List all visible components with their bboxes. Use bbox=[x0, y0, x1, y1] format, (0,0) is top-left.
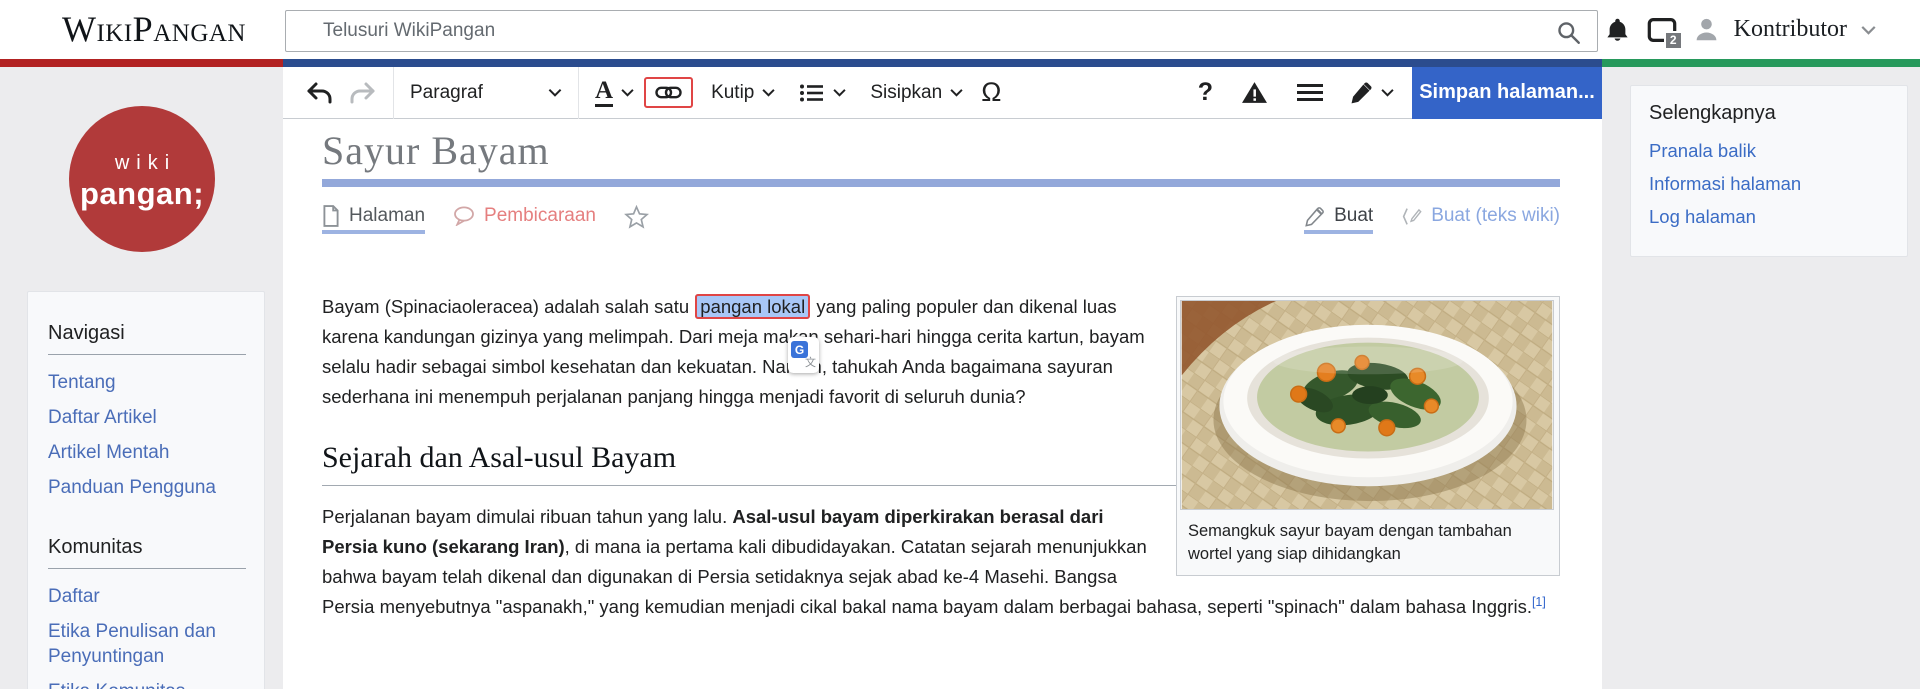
logo-text-wiki: wiki bbox=[76, 152, 215, 175]
list-format-dropdown[interactable] bbox=[799, 83, 846, 103]
page-tabs: Halaman Pembicaraan Buat bbox=[322, 205, 1560, 234]
insert-dropdown[interactable]: Sisipkan bbox=[870, 82, 963, 104]
community-section-title: Komunitas bbox=[48, 536, 246, 569]
search-input[interactable] bbox=[285, 10, 1598, 52]
cite-label: Kutip bbox=[711, 82, 754, 104]
chevron-down-icon bbox=[1381, 88, 1394, 97]
more-tools-title: Selengkapnya bbox=[1649, 102, 1889, 125]
page-title: Sayur Bayam bbox=[322, 129, 1560, 173]
sidebar-item-etika-penulisan[interactable]: Etika Penulisan dan Penyuntingan bbox=[48, 619, 246, 669]
article-body: Semangkuk sayur bayam dengan tambahan wo… bbox=[322, 292, 1560, 622]
logo-text-pangan: pangan; bbox=[69, 176, 215, 212]
user-avatar-icon[interactable] bbox=[1693, 16, 1720, 43]
talk-bubble-icon bbox=[453, 206, 475, 226]
sidebar-nav-card: Navigasi Tentang Daftar Artikel Artikel … bbox=[27, 291, 265, 689]
bullet-list-icon bbox=[799, 83, 825, 103]
wikipangan-logo-badge[interactable]: wiki pangan; bbox=[69, 106, 215, 252]
chevron-down-icon bbox=[762, 88, 775, 97]
hamburger-menu-icon bbox=[1296, 83, 1324, 102]
help-button[interactable]: ? bbox=[1198, 78, 1213, 107]
link-button-highlighted[interactable] bbox=[644, 77, 693, 108]
paragraph-format-label: Paragraf bbox=[410, 82, 483, 104]
site-header: WikiPangan 2 Kontributor bbox=[0, 0, 1920, 59]
nav-section-title: Navigasi bbox=[48, 322, 246, 355]
tab-buat[interactable]: Buat bbox=[1304, 205, 1373, 234]
article-editor-surface: Sayur Bayam Halaman Pembicaraan bbox=[283, 119, 1602, 689]
tab-pembicaraan-label: Pembicaraan bbox=[484, 205, 596, 227]
community-links: Daftar Etika Penulisan dan Penyuntingan … bbox=[48, 584, 246, 689]
chevron-down-icon bbox=[621, 88, 634, 97]
chevron-down-icon bbox=[548, 88, 562, 97]
warning-triangle-icon bbox=[1241, 81, 1268, 104]
image-caption: Semangkuk sayur bayam dengan tambahan wo… bbox=[1180, 510, 1556, 572]
insert-label: Sisipkan bbox=[870, 82, 942, 104]
google-translate-char: 文 bbox=[805, 354, 816, 370]
link-informasi-halaman[interactable]: Informasi halaman bbox=[1649, 172, 1889, 196]
bell-icon[interactable] bbox=[1604, 16, 1631, 44]
sidebar-item-tentang[interactable]: Tentang bbox=[48, 370, 246, 395]
link-icon bbox=[655, 84, 682, 101]
google-translate-icon[interactable]: G 文 bbox=[788, 337, 819, 373]
inbox-icon[interactable]: 2 bbox=[1645, 13, 1679, 47]
notification-count-badge: 2 bbox=[1664, 31, 1683, 50]
pencil-brackets-icon bbox=[1401, 206, 1422, 227]
intro-text-before: Bayam (Spinaciaoleracea) adalah salah sa… bbox=[322, 296, 694, 317]
search-icon[interactable] bbox=[1556, 20, 1582, 46]
reference-link-1[interactable]: [1] bbox=[1532, 595, 1546, 609]
more-tools-card: Selengkapnya Pranala balik Informasi hal… bbox=[1630, 85, 1908, 257]
toolbar-separator bbox=[393, 67, 394, 119]
sidebar-item-panduan-pengguna[interactable]: Panduan Pengguna bbox=[48, 475, 246, 500]
undo-button[interactable] bbox=[305, 81, 333, 105]
sidebar-item-artikel-mentah[interactable]: Artikel Mentah bbox=[48, 440, 246, 465]
tab-halaman-label: Halaman bbox=[349, 205, 425, 227]
accent-bar bbox=[0, 59, 1920, 67]
text-style-icon: A bbox=[595, 78, 613, 107]
history-text-lead: Perjalanan bayam dimulai ribuan tahun ya… bbox=[322, 506, 732, 527]
right-sidebar: Selengkapnya Pranala balik Informasi hal… bbox=[1602, 67, 1920, 689]
article-image[interactable] bbox=[1180, 300, 1554, 510]
page-icon bbox=[322, 205, 340, 227]
pencil-icon bbox=[1350, 81, 1373, 104]
notices-button[interactable] bbox=[1241, 81, 1268, 104]
chevron-down-icon bbox=[833, 88, 846, 97]
tab-halaman[interactable]: Halaman bbox=[322, 205, 425, 234]
special-character-button[interactable]: Ω bbox=[981, 77, 1001, 108]
editor-toolbar: Paragraf A Kutip Sisipkan Ω ? bbox=[283, 67, 1602, 119]
tab-pembicaraan[interactable]: Pembicaraan bbox=[453, 205, 596, 234]
cite-dropdown[interactable]: Kutip bbox=[711, 82, 775, 104]
page-options-button[interactable] bbox=[1296, 83, 1324, 102]
tab-buat-teks-wiki-label: Buat (teks wiki) bbox=[1431, 205, 1560, 227]
article-thumbnail: Semangkuk sayur bayam dengan tambahan wo… bbox=[1176, 296, 1560, 576]
pencil-outline-icon bbox=[1304, 206, 1325, 227]
title-underline bbox=[322, 179, 1560, 187]
text-style-dropdown[interactable]: A bbox=[595, 78, 634, 107]
accent-bar-green bbox=[1602, 59, 1920, 67]
site-logo[interactable]: WikiPangan bbox=[62, 8, 246, 50]
toolbar-separator bbox=[578, 67, 579, 119]
selected-text-pangan-lokal[interactable]: pangan lokal bbox=[695, 294, 810, 319]
link-log-halaman[interactable]: Log halaman bbox=[1649, 205, 1889, 229]
chevron-down-icon[interactable] bbox=[1861, 25, 1876, 35]
redo-button[interactable] bbox=[349, 81, 377, 105]
user-menu-label[interactable]: Kontributor bbox=[1734, 16, 1847, 43]
left-sidebar: wiki pangan; Navigasi Tentang Daftar Art… bbox=[0, 67, 283, 689]
accent-bar-red bbox=[0, 59, 283, 67]
search-bar bbox=[285, 10, 1598, 52]
paragraph-format-dropdown[interactable]: Paragraf bbox=[410, 82, 562, 104]
watch-star-icon[interactable] bbox=[624, 205, 649, 234]
sidebar-item-daftar-artikel[interactable]: Daftar Artikel bbox=[48, 405, 246, 430]
editor-mode-dropdown[interactable] bbox=[1350, 81, 1394, 104]
link-pranala-balik[interactable]: Pranala balik bbox=[1649, 139, 1889, 163]
chevron-down-icon bbox=[950, 88, 963, 97]
tab-buat-teks-wiki[interactable]: Buat (teks wiki) bbox=[1401, 205, 1560, 234]
sidebar-item-etika-komunitas[interactable]: Etika Komunitas bbox=[48, 679, 246, 689]
sidebar-item-daftar[interactable]: Daftar bbox=[48, 584, 246, 609]
tab-buat-label: Buat bbox=[1334, 205, 1373, 227]
header-user-area: 2 Kontributor bbox=[1604, 0, 1876, 59]
nav-links: Tentang Daftar Artikel Artikel Mentah Pa… bbox=[48, 370, 246, 500]
save-page-button[interactable]: Simpan halaman... bbox=[1412, 67, 1602, 119]
